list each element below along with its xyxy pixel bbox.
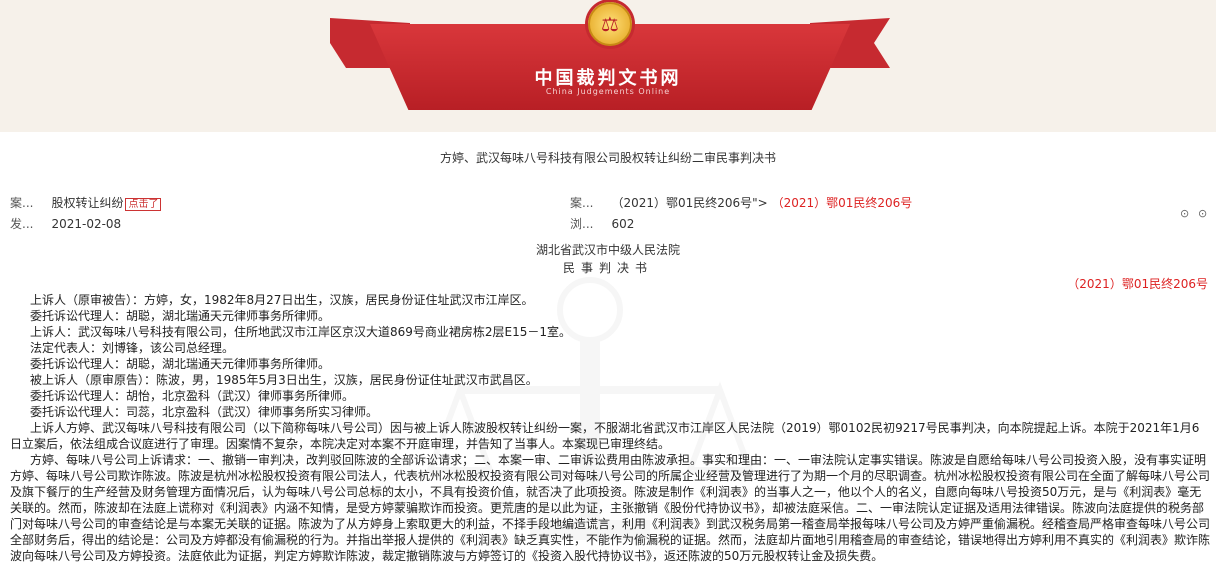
cause-value: 股权转让纠纷	[51, 196, 124, 210]
views-label: 浏...	[570, 217, 594, 231]
appeal-paragraph: 方婷、每味八号公司上诉请求：一、撤销一审判决，改判驳回陈波的全部诉讼请求；二、本…	[10, 453, 1211, 563]
meta-caseno: 案... （2021）鄂01民终206号"> （2021）鄂01民终206号	[570, 194, 912, 211]
court-emblem-icon: ⚖	[588, 2, 632, 46]
date-label: 发...	[10, 217, 34, 231]
views-value: 602	[611, 217, 635, 231]
document-body: 上诉人（原审被告）：方婷，女，1982年8月27日出生，汉族，居民身份证住址武汉…	[10, 292, 1210, 564]
caseno-label: 案...	[570, 196, 594, 210]
party-line: 委托诉讼代理人：胡聪，湖北瑞通天元律师事务所律师。	[30, 309, 331, 323]
zoom-out-icon[interactable]: ⊙	[1180, 207, 1189, 220]
site-name-en: China Judgements Online	[545, 87, 671, 96]
zoom-in-icon[interactable]: ⊙	[1198, 207, 1207, 220]
meta-cause: 案... 股权转让纠纷 点击了	[10, 194, 162, 211]
party-line: 委托诉讼代理人：胡聪，湖北瑞通天元律师事务所律师。	[30, 357, 331, 371]
case-number: （2021）鄂01民终206号	[1067, 277, 1208, 291]
court-name: 湖北省武汉市中级人民法院	[535, 243, 680, 257]
party-line: 法定代表人：刘博锋，该公司总经理。	[30, 341, 235, 355]
caseno-red: （2021）鄂01民终206号	[771, 196, 913, 210]
site-banner: ⚖ 中国裁判文书网 China Judgements Online	[0, 0, 1216, 132]
meta-date: 发... 2021-02-08	[10, 215, 121, 232]
party-line: 被上诉人（原审原告）：陈波，男，1985年5月3日出生，汉族，居民身份证住址武汉…	[30, 373, 538, 387]
party-line: 上诉人：武汉每味八号科技有限公司，住所地武汉市江岸区京汉大道869号商业裙房栋2…	[30, 325, 572, 339]
document-type: 民事判决书	[562, 261, 653, 275]
party-line: 委托诉讼代理人：司蕊，北京盈科（武汉）律师事务所实习律师。	[30, 405, 379, 419]
cause-badge[interactable]: 点击了	[125, 198, 162, 211]
party-line: 委托诉讼代理人：胡怡，北京盈科（武汉）律师事务所律师。	[30, 389, 355, 403]
date-value: 2021-02-08	[51, 217, 122, 231]
document-title: 方婷、武汉每味八号科技有限公司股权转让纠纷二审民事判决书	[439, 151, 776, 165]
party-line: 上诉人（原审被告）：方婷，女，1982年8月27日出生，汉族，居民身份证住址武汉…	[30, 293, 534, 307]
case-summary-paragraph: 上诉人方婷、武汉每味八号科技有限公司（以下简称每味八号公司）因与被上诉人陈波股权…	[10, 421, 1200, 451]
cause-label: 案...	[10, 196, 34, 210]
meta-views: 浏... 602	[570, 215, 634, 232]
caseno-value: （2021）鄂01民终206号">	[611, 196, 772, 210]
